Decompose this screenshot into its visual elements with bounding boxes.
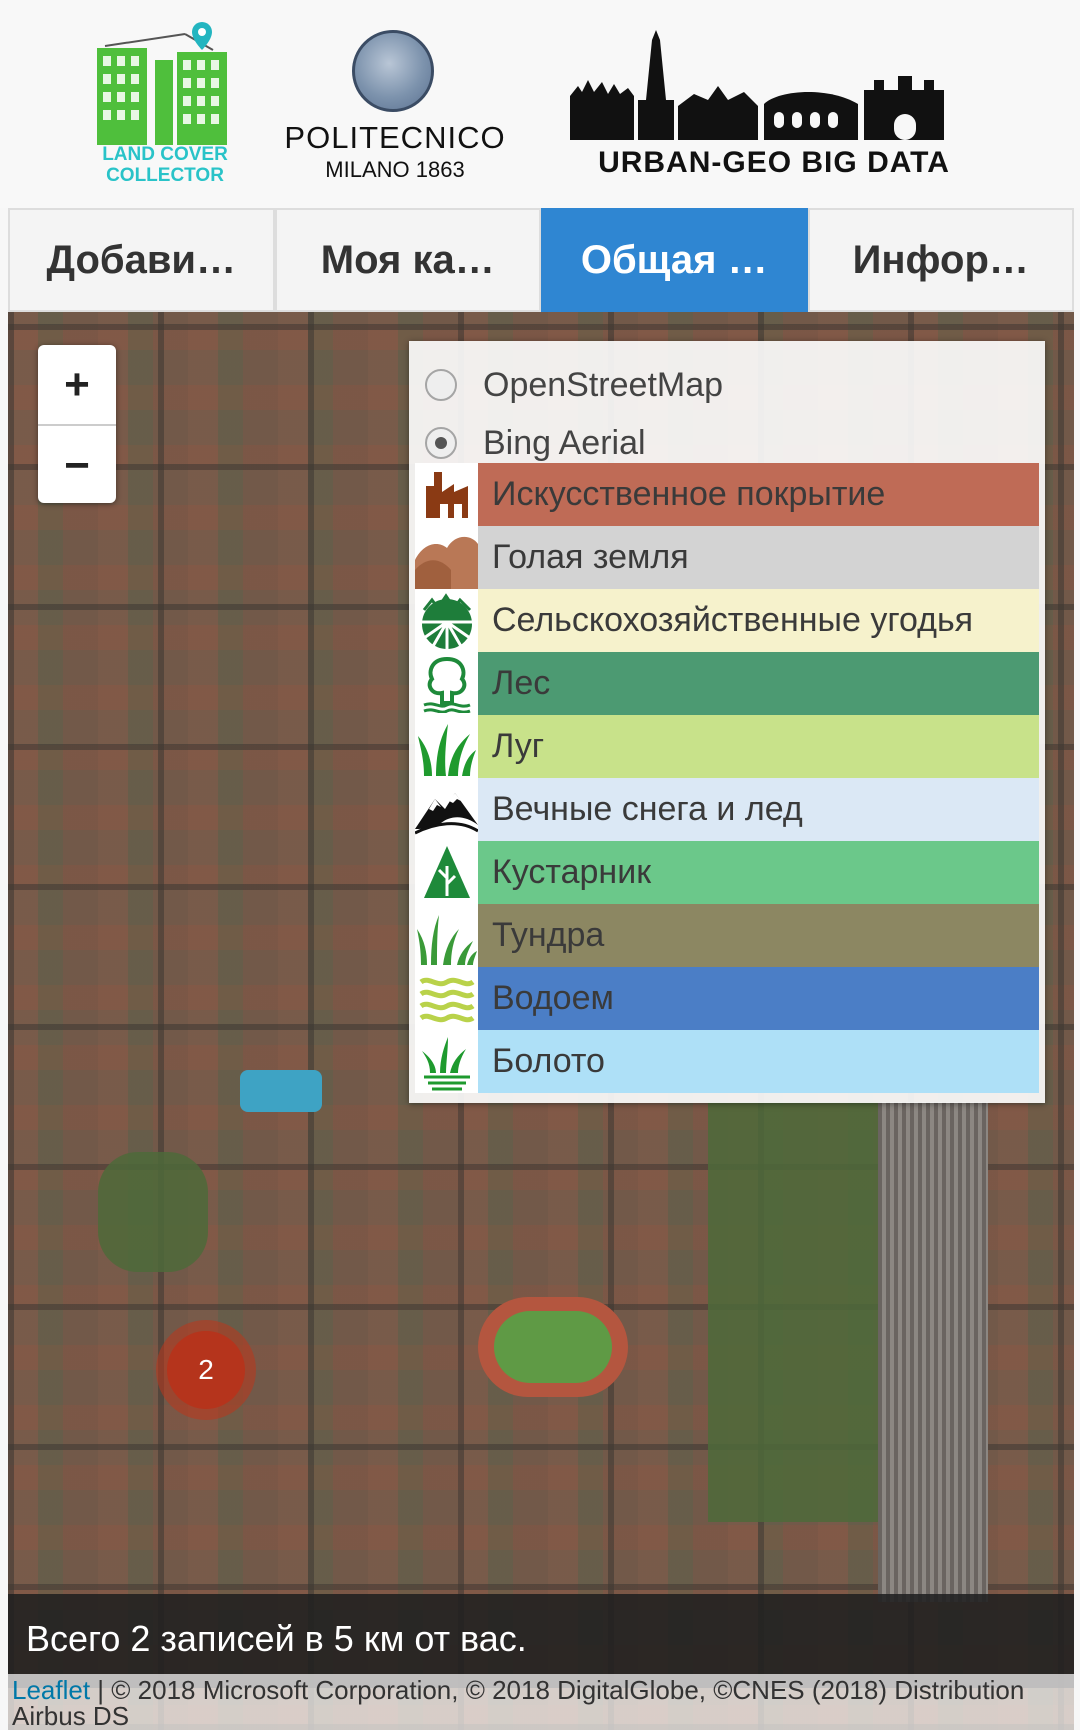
records-info-text: Всего 2 записей в 5 км от вас. [26,1618,527,1659]
swimming-pool [240,1070,322,1112]
legend-item-farmland: Сельскохозяйственные угодья [415,589,1039,652]
bing-radio[interactable] [425,427,457,459]
grass-icon [415,715,478,778]
land-cover-legend: Искусственное покрытие Голая земля Сельс… [415,463,1039,1093]
base-layer-osm[interactable]: OpenStreetMap [425,360,723,410]
buildings-pin-icon [97,22,227,145]
legend-item-tundra: Тундра [415,904,1039,967]
marker-cluster[interactable]: 2 [156,1320,256,1420]
map-attribution: Leaflet | © 2018 Microsoft Corporation, … [8,1674,1074,1730]
garden-area [98,1152,208,1272]
lcc-logo-text: LAND COVER COLLECTOR [102,144,228,186]
legend-label: Водоем [478,967,1039,1030]
legend-label: Болото [478,1030,1039,1093]
bare-soil-icon [415,526,478,589]
legend-label: Голая земля [478,526,1039,589]
city-skyline-icon [570,30,944,140]
tundra-icon [415,904,478,967]
legend-label: Луг [478,715,1039,778]
legend-item-forest: Лес [415,652,1039,715]
bing-label: Bing Aerial [483,423,646,462]
legend-label: Кустарник [478,841,1039,904]
osm-radio[interactable] [425,369,457,401]
base-layer-bing[interactable]: Bing Aerial [425,418,646,468]
politecnico-subtitle: MILANO 1863 [325,157,465,182]
legend-label: Тундра [478,904,1039,967]
ugbd-logo-text: URBAN-GEO BIG DATA [598,146,950,179]
legend-item-meadow: Луг [415,715,1039,778]
tab-add[interactable]: Добави… [8,208,275,312]
politecnico-name: POLITECNICO [284,120,506,155]
urban-geo-big-data-logo: URBAN-GEO BIG DATA [568,30,980,180]
legend-label: Сельскохозяйственные угодья [478,589,1039,652]
politecnico-seal-icon [352,30,434,112]
tree-icon [415,652,478,715]
railway [878,1102,988,1602]
building-icon [415,463,478,526]
tab-info[interactable]: Инфор… [807,208,1074,312]
attribution-text: | © 2018 Microsoft Corporation, © 2018 D… [12,1675,1025,1730]
map-view[interactable]: + − OpenStreetMap Bing Aerial Искусствен… [8,312,1074,1730]
wetland-icon [415,1030,478,1093]
legend-label: Искусственное покрытие [478,463,1039,526]
legend-item-water: Водоем [415,967,1039,1030]
water-icon [415,967,478,1030]
zoom-out-button[interactable]: − [38,426,116,505]
layer-control: OpenStreetMap Bing Aerial Искусственное … [409,341,1045,1103]
legend-item-shrub: Кустарник [415,841,1039,904]
mountain-icon [415,778,478,841]
legend-item-bare-soil: Голая земля [415,526,1039,589]
legend-item-wetland: Болото [415,1030,1039,1093]
legend-item-snow-ice: Вечные снега и лед [415,778,1039,841]
marker-cluster-count: 2 [167,1331,245,1409]
legend-label: Лес [478,652,1039,715]
main-tabs: Добави… Моя ка… Общая … Инфор… [8,208,1074,312]
land-cover-collector-logo: LAND COVER COLLECTOR [95,20,235,190]
park-area [708,1102,878,1522]
app-header: LAND COVER COLLECTOR POLITECNICO MILANO … [0,0,1080,208]
stadium-field [494,1311,612,1383]
legend-item-artificial: Искусственное покрытие [415,463,1039,526]
politecnico-logo: POLITECNICO MILANO 1863 [280,25,510,185]
tab-shared-map[interactable]: Общая … [541,208,808,312]
osm-label: OpenStreetMap [483,365,724,404]
farmland-icon [415,589,478,652]
zoom-in-button[interactable]: + [38,345,116,426]
zoom-control: + − [38,345,116,503]
legend-label: Вечные снега и лед [478,778,1039,841]
tab-my-map[interactable]: Моя ка… [274,208,541,312]
shrub-icon [415,841,478,904]
